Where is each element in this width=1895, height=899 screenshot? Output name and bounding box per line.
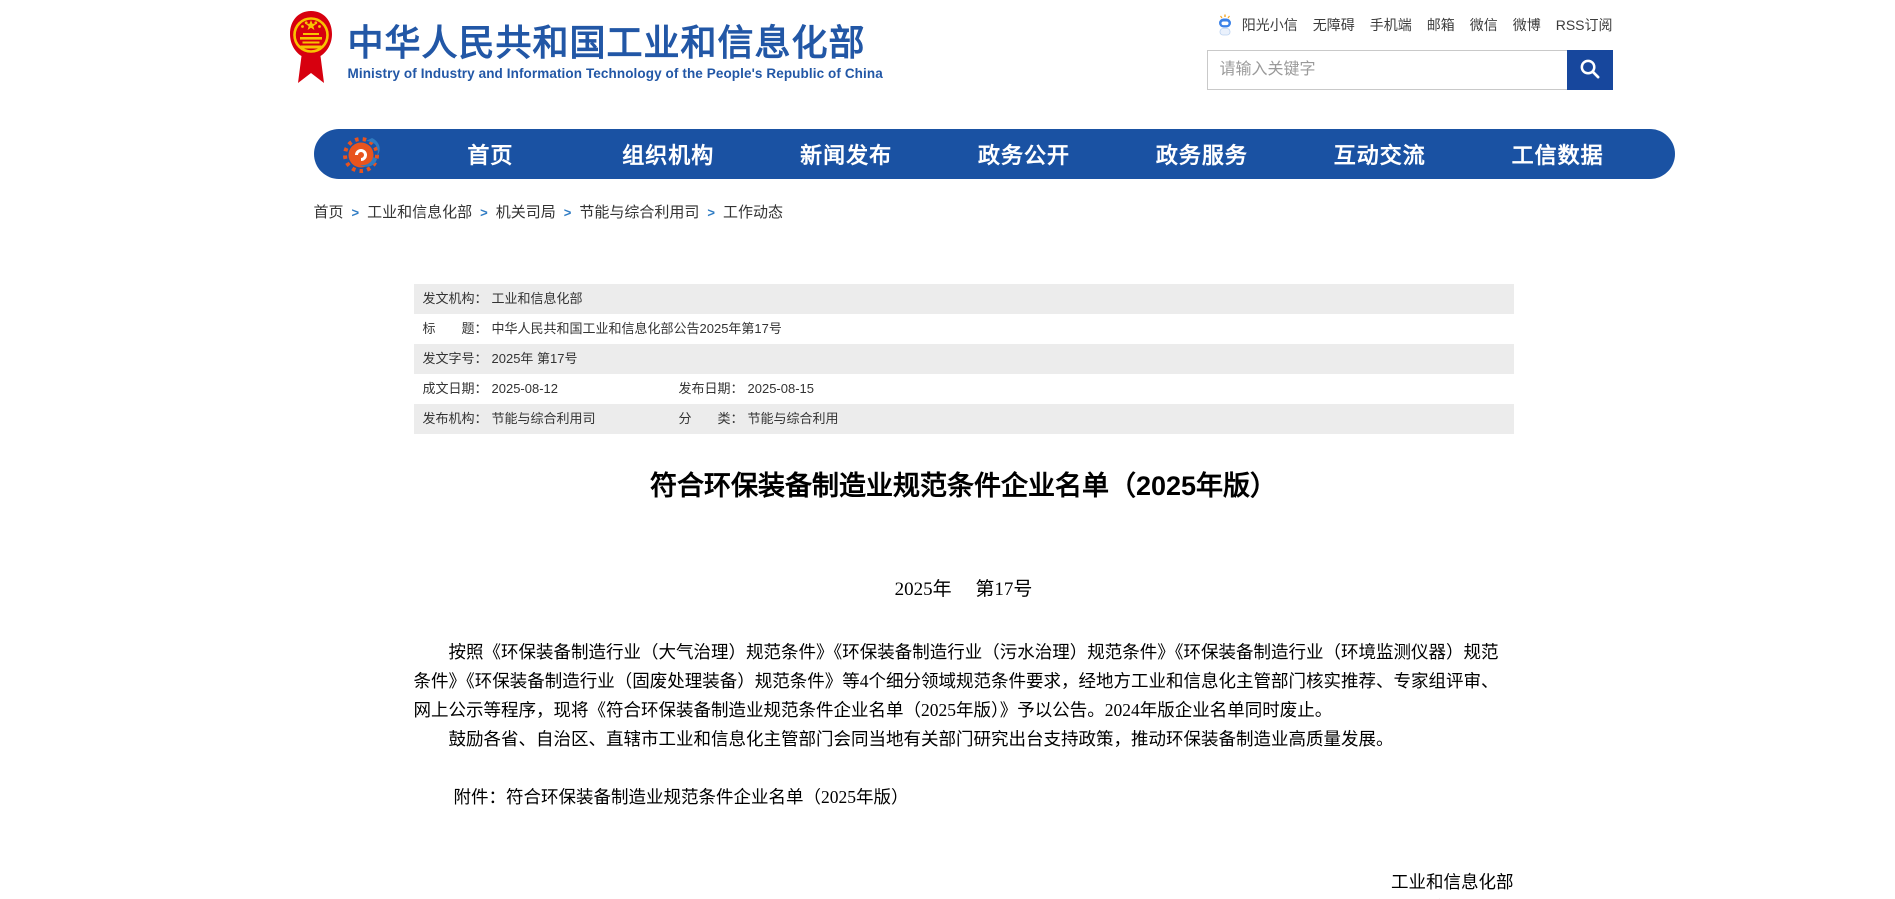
search-button[interactable] [1567, 50, 1613, 90]
breadcrumb-separator: > [480, 205, 488, 220]
meta-cell: 发文字号： 2025年 第17号 [423, 344, 578, 374]
national-emblem-icon [288, 10, 334, 93]
meta-value: 2025年 第17号 [492, 344, 578, 374]
breadcrumb-current-page[interactable]: 工作动态 [723, 204, 783, 221]
top-link-sunshine[interactable]: 阳光小信 [1242, 15, 1298, 35]
meta-label: 发布日期： [679, 374, 744, 404]
top-link-accessibility[interactable]: 无障碍 [1313, 15, 1355, 35]
meta-label: 发布机构： [423, 404, 488, 434]
breadcrumb: 首页 > 工业和信息化部 > 机关司局 > 节能与综合利用司 > 工作动态 [314, 201, 1613, 222]
site-subtitle-en: Ministry of Industry and Information Tec… [348, 66, 883, 81]
meta-row-issuing-org: 发文机构： 工业和信息化部 [414, 284, 1514, 314]
meta-row-publisher: 发布机构： 节能与综合利用司 分 类： 节能与综合利用 [414, 404, 1514, 434]
brand-text: 中华人民共和国工业和信息化部 Ministry of Industry and … [348, 22, 883, 81]
nav-item-data[interactable]: 工信数据 [1469, 138, 1647, 170]
breadcrumb-separator: > [564, 205, 572, 220]
top-link-wechat[interactable]: 微信 [1470, 15, 1498, 35]
meta-label: 发文机构： [423, 284, 488, 314]
meta-label: 分 类： [679, 404, 744, 434]
breadcrumb-separator: > [707, 205, 715, 220]
top-link-mail[interactable]: 邮箱 [1427, 15, 1455, 35]
meta-label: 标 题： [423, 314, 488, 344]
breadcrumb-separator: > [352, 205, 360, 220]
meta-cell: 成文日期： 2025-08-12 [423, 374, 679, 404]
main-nav: 首页 组织机构 新闻发布 政务公开 政务服务 互动交流 工信数据 [314, 129, 1675, 179]
search-box [1207, 50, 1613, 90]
meta-value: 2025-08-15 [748, 374, 815, 404]
breadcrumb-home[interactable]: 首页 [314, 204, 344, 221]
meta-value: 2025-08-12 [492, 374, 559, 404]
signature-date: 2025年8月12日 [414, 895, 1514, 899]
site-title: 中华人民共和国工业和信息化部 [348, 22, 883, 63]
breadcrumb-departments[interactable]: 机关司局 [496, 204, 556, 221]
meta-value: 节能与综合利用 [748, 404, 839, 434]
document-area: 发文机构： 工业和信息化部 标 题： 中华人民共和国工业和信息化部公告2025年… [414, 284, 1514, 899]
meta-cell: 发布机构： 节能与综合利用司 [423, 404, 679, 434]
meta-value: 中华人民共和国工业和信息化部公告2025年第17号 [492, 314, 782, 344]
meta-cell: 分 类： 节能与综合利用 [679, 404, 839, 434]
nav-item-organization[interactable]: 组织机构 [579, 138, 757, 170]
signature-block: 工业和信息化部 2025年8月12日 [414, 869, 1514, 899]
breadcrumb-miit[interactable]: 工业和信息化部 [367, 204, 472, 221]
nav-items: 首页 组织机构 新闻发布 政务公开 政务服务 互动交流 工信数据 [402, 138, 1647, 170]
header-right: 阳光小信 无障碍 手机端 邮箱 微信 微博 RSS订阅 [1207, 10, 1613, 90]
page-title: 符合环保装备制造业规范条件企业名单（2025年版） [414, 470, 1514, 502]
meta-row-title: 标 题： 中华人民共和国工业和信息化部公告2025年第17号 [414, 314, 1514, 344]
breadcrumb-energy-dept[interactable]: 节能与综合利用司 [579, 204, 699, 221]
article-paragraph: 按照《环保装备制造行业（大气治理）规范条件》《环保装备制造行业（污水治理）规范条… [414, 638, 1514, 725]
nav-item-gov-services[interactable]: 政务服务 [1113, 138, 1291, 170]
search-input[interactable] [1207, 50, 1567, 90]
meta-label: 成文日期： [423, 374, 488, 404]
nav-item-news[interactable]: 新闻发布 [757, 138, 935, 170]
page: 中华人民共和国工业和信息化部 Ministry of Industry and … [0, 0, 1895, 899]
top-link-mobile[interactable]: 手机端 [1370, 15, 1412, 35]
top-links: 阳光小信 无障碍 手机端 邮箱 微信 微博 RSS订阅 [1207, 14, 1613, 36]
nav-item-interaction[interactable]: 互动交流 [1291, 138, 1469, 170]
nav-item-gov-disclosure[interactable]: 政务公开 [935, 138, 1113, 170]
meta-cell: 发布日期： 2025-08-15 [679, 374, 815, 404]
meta-row-dates: 成文日期： 2025-08-12 发布日期： 2025-08-15 [414, 374, 1514, 404]
attachment-link[interactable]: 附件：符合环保装备制造业规范条件企业名单（2025年版） [414, 784, 1514, 809]
nav-item-home[interactable]: 首页 [402, 138, 580, 170]
meta-cell: 标 题： 中华人民共和国工业和信息化部公告2025年第17号 [423, 314, 782, 344]
meta-cell: 发文机构： 工业和信息化部 [423, 284, 583, 314]
sunshine-mascot-icon [1215, 14, 1235, 36]
signature-org: 工业和信息化部 [414, 869, 1514, 895]
site-header: 中华人民共和国工业和信息化部 Ministry of Industry and … [283, 0, 1613, 110]
search-icon [1578, 57, 1601, 83]
top-link-rss[interactable]: RSS订阅 [1556, 15, 1613, 35]
issue-number: 2025年 第17号 [414, 574, 1514, 601]
article-body: 按照《环保装备制造行业（大气治理）规范条件》《环保装备制造行业（污水治理）规范条… [414, 638, 1514, 754]
article-paragraph: 鼓励各省、自治区、直辖市工业和信息化主管部门会同当地有关部门研究出台支持政策，推… [414, 725, 1514, 754]
meta-value: 节能与综合利用司 [492, 404, 596, 434]
meta-table: 发文机构： 工业和信息化部 标 题： 中华人民共和国工业和信息化部公告2025年… [414, 284, 1514, 434]
meta-row-doc-number: 发文字号： 2025年 第17号 [414, 344, 1514, 374]
meta-value: 工业和信息化部 [492, 284, 583, 314]
top-link-weibo[interactable]: 微博 [1513, 15, 1541, 35]
site-logo-link[interactable]: 中华人民共和国工业和信息化部 Ministry of Industry and … [288, 10, 883, 93]
miit-logo-icon [342, 133, 402, 175]
meta-label: 发文字号： [423, 344, 488, 374]
